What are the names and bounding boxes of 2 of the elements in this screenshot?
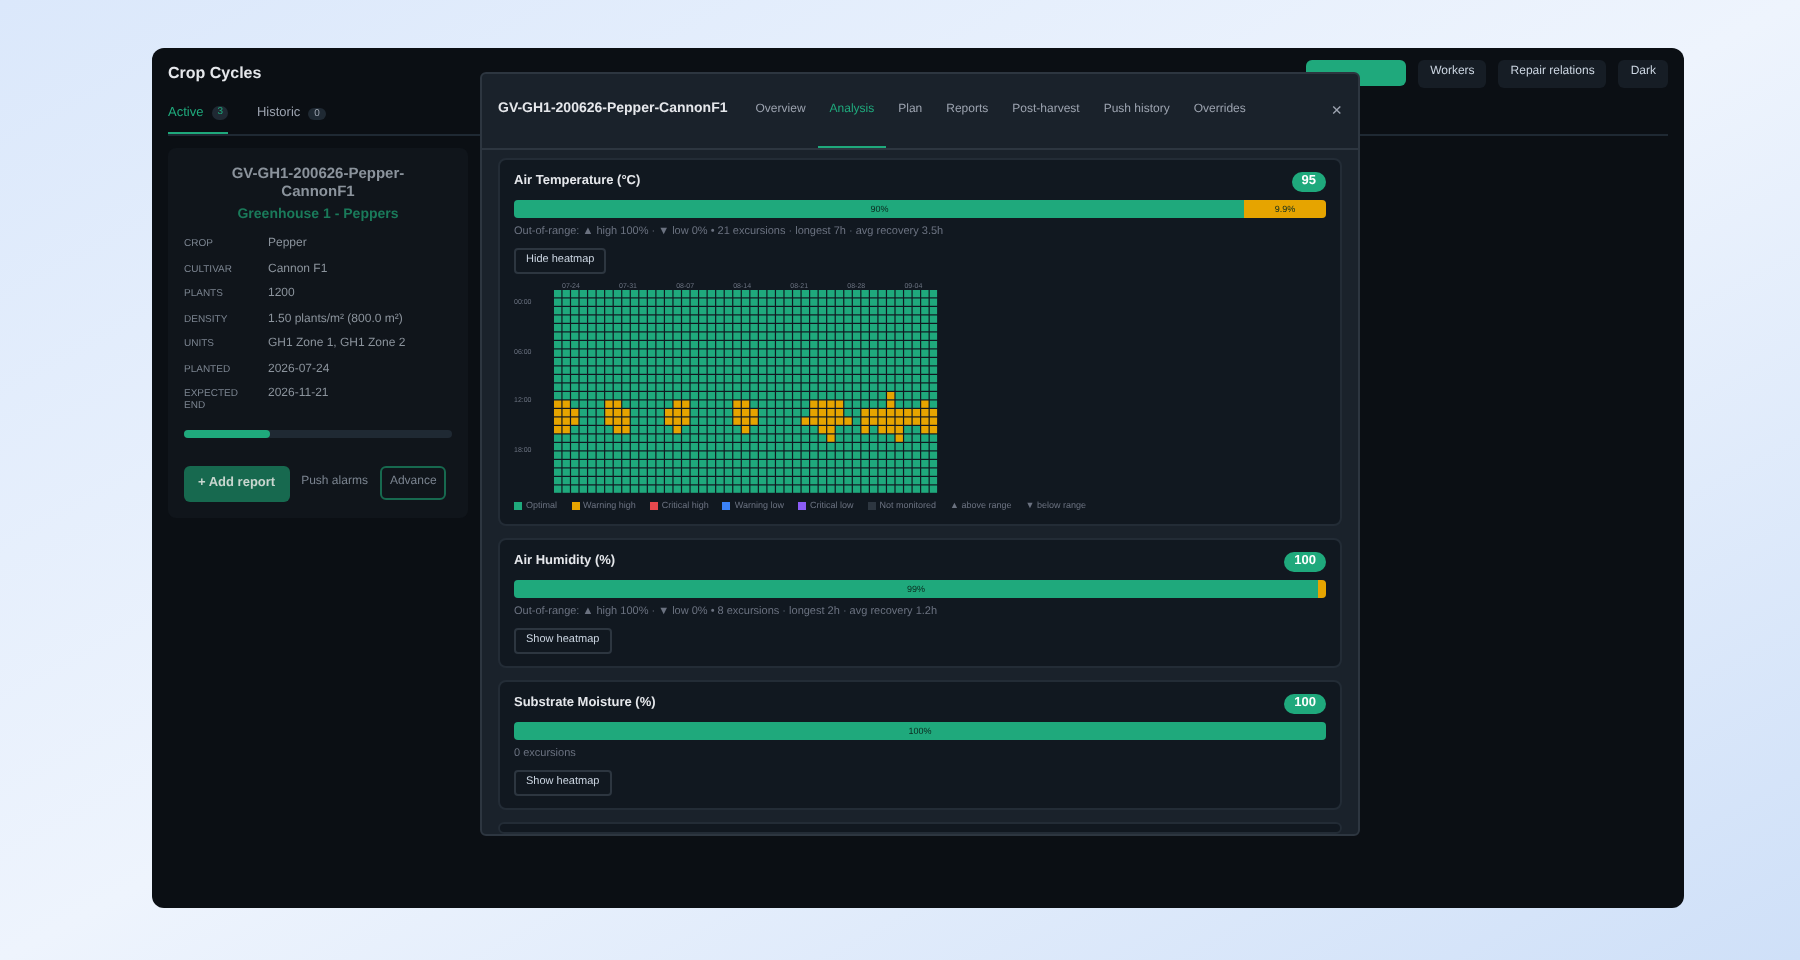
close-button[interactable]: × (1331, 99, 1342, 123)
page-title: Crop Cycles (168, 63, 262, 84)
